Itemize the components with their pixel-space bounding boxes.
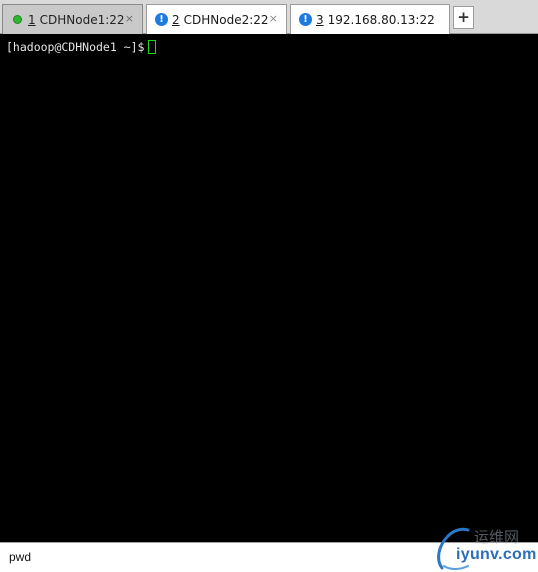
tab-bar: 1 CDHNode1:22 × ! 2 CDHNode2:22 × ! 3 19…: [0, 0, 538, 34]
command-input[interactable]: [3, 546, 443, 568]
info-alert-icon: !: [299, 13, 312, 26]
tab-number: 3: [316, 12, 324, 27]
text-cursor: [148, 40, 157, 54]
terminal-output[interactable]: [hadoop@CDHNode1 ~]$: [0, 34, 538, 542]
tab-192-168-80-13[interactable]: ! 3 192.168.80.13:22: [290, 4, 450, 34]
tab-number: 1: [28, 12, 36, 27]
tab-cdhnode2[interactable]: ! 2 CDHNode2:22 ×: [146, 4, 287, 34]
info-alert-icon: !: [155, 13, 168, 26]
tab-label: 192.168.80.13:22: [327, 12, 435, 27]
close-icon[interactable]: ×: [269, 12, 278, 26]
close-icon[interactable]: ×: [125, 12, 134, 26]
tab-label: CDHNode2:22: [183, 12, 269, 27]
new-tab-button[interactable]: +: [453, 6, 474, 29]
tab-cdhnode1[interactable]: 1 CDHNode1:22 ×: [2, 4, 143, 34]
command-bar: [0, 542, 538, 572]
green-dot-icon: [11, 13, 24, 26]
shell-prompt: [hadoop@CDHNode1 ~]$: [6, 40, 145, 54]
tab-number: 2: [172, 12, 180, 27]
tab-label: CDHNode1:22: [39, 12, 125, 27]
prompt-line: [hadoop@CDHNode1 ~]$: [6, 39, 532, 55]
terminal-app: 1 CDHNode1:22 × ! 2 CDHNode2:22 × ! 3 19…: [0, 0, 538, 572]
